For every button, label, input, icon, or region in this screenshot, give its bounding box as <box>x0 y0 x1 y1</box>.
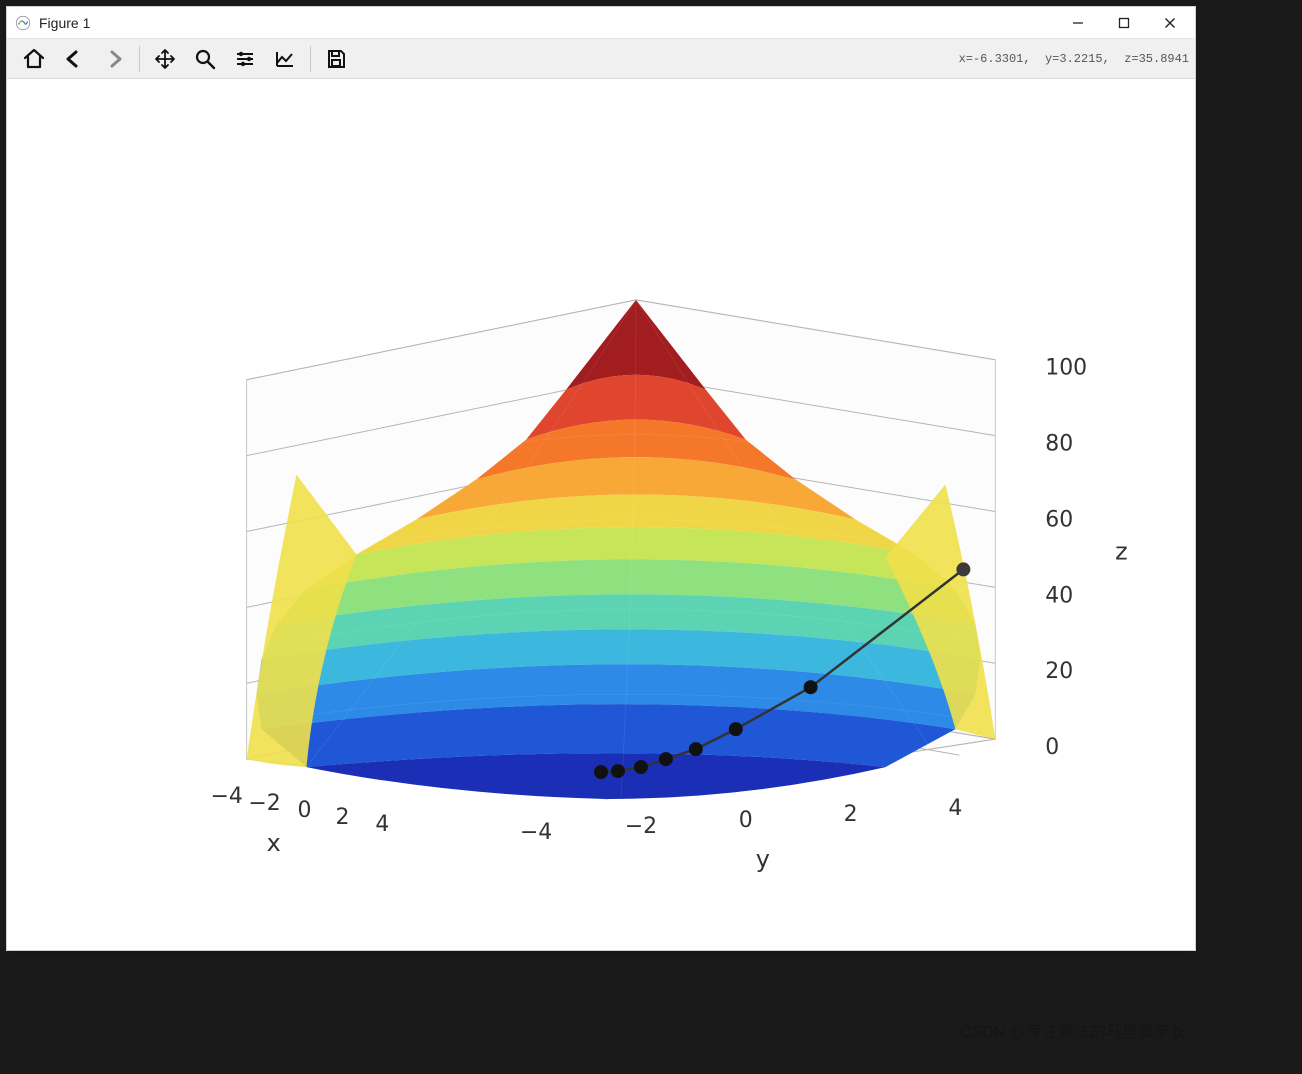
app-icon <box>13 13 33 33</box>
zoom-button[interactable] <box>186 42 224 76</box>
plot-canvas[interactable]: 0 20 40 60 80 100 z <box>7 79 1195 950</box>
svg-text:2: 2 <box>335 805 349 830</box>
svg-text:20: 20 <box>1045 659 1073 684</box>
x-axis-ticks: −4 −2 0 2 4 <box>210 784 389 837</box>
home-button[interactable] <box>15 42 53 76</box>
svg-text:60: 60 <box>1045 507 1073 532</box>
svg-text:0: 0 <box>298 798 312 823</box>
svg-text:2: 2 <box>844 802 858 827</box>
pan-button[interactable] <box>146 42 184 76</box>
svg-text:4: 4 <box>375 812 389 837</box>
x-axis-label: x <box>267 829 281 857</box>
titlebar: Figure 1 <box>7 7 1195 39</box>
y-axis-ticks: −4 −2 0 2 4 <box>520 796 962 845</box>
svg-text:−4: −4 <box>210 784 242 809</box>
toolbar-separator <box>310 46 311 72</box>
svg-text:0: 0 <box>1045 735 1059 760</box>
toolbar-separator <box>139 46 140 72</box>
configure-subplots-button[interactable] <box>226 42 264 76</box>
coordinate-readout: x=-6.3301, y=3.2215, z=35.8941 <box>959 52 1189 66</box>
minimize-button[interactable] <box>1055 7 1101 39</box>
window-title: Figure 1 <box>39 15 90 31</box>
save-button[interactable] <box>317 42 355 76</box>
svg-text:4: 4 <box>948 796 962 821</box>
window-controls <box>1055 7 1193 39</box>
z-axis-label: z <box>1115 537 1128 565</box>
maximize-button[interactable] <box>1101 7 1147 39</box>
close-button[interactable] <box>1147 7 1193 39</box>
svg-text:100: 100 <box>1045 356 1087 381</box>
svg-text:−2: −2 <box>625 814 657 839</box>
toolbar: x=-6.3301, y=3.2215, z=35.8941 <box>7 39 1195 79</box>
svg-text:−4: −4 <box>520 820 552 845</box>
surface-plot-3d: 0 20 40 60 80 100 z <box>7 79 1195 950</box>
watermark: CSDN @专注算法的马里奥学长 <box>960 1018 1186 1042</box>
svg-text:80: 80 <box>1045 432 1073 457</box>
svg-text:−2: −2 <box>248 791 280 816</box>
figure-window: Figure 1 <box>6 6 1196 951</box>
z-axis-ticks: 0 20 40 60 80 100 <box>1045 356 1087 760</box>
svg-text:0: 0 <box>739 808 753 833</box>
svg-text:40: 40 <box>1045 583 1073 608</box>
y-axis-label: y <box>756 845 770 873</box>
forward-button[interactable] <box>95 42 133 76</box>
back-button[interactable] <box>55 42 93 76</box>
edit-axes-button[interactable] <box>266 42 304 76</box>
